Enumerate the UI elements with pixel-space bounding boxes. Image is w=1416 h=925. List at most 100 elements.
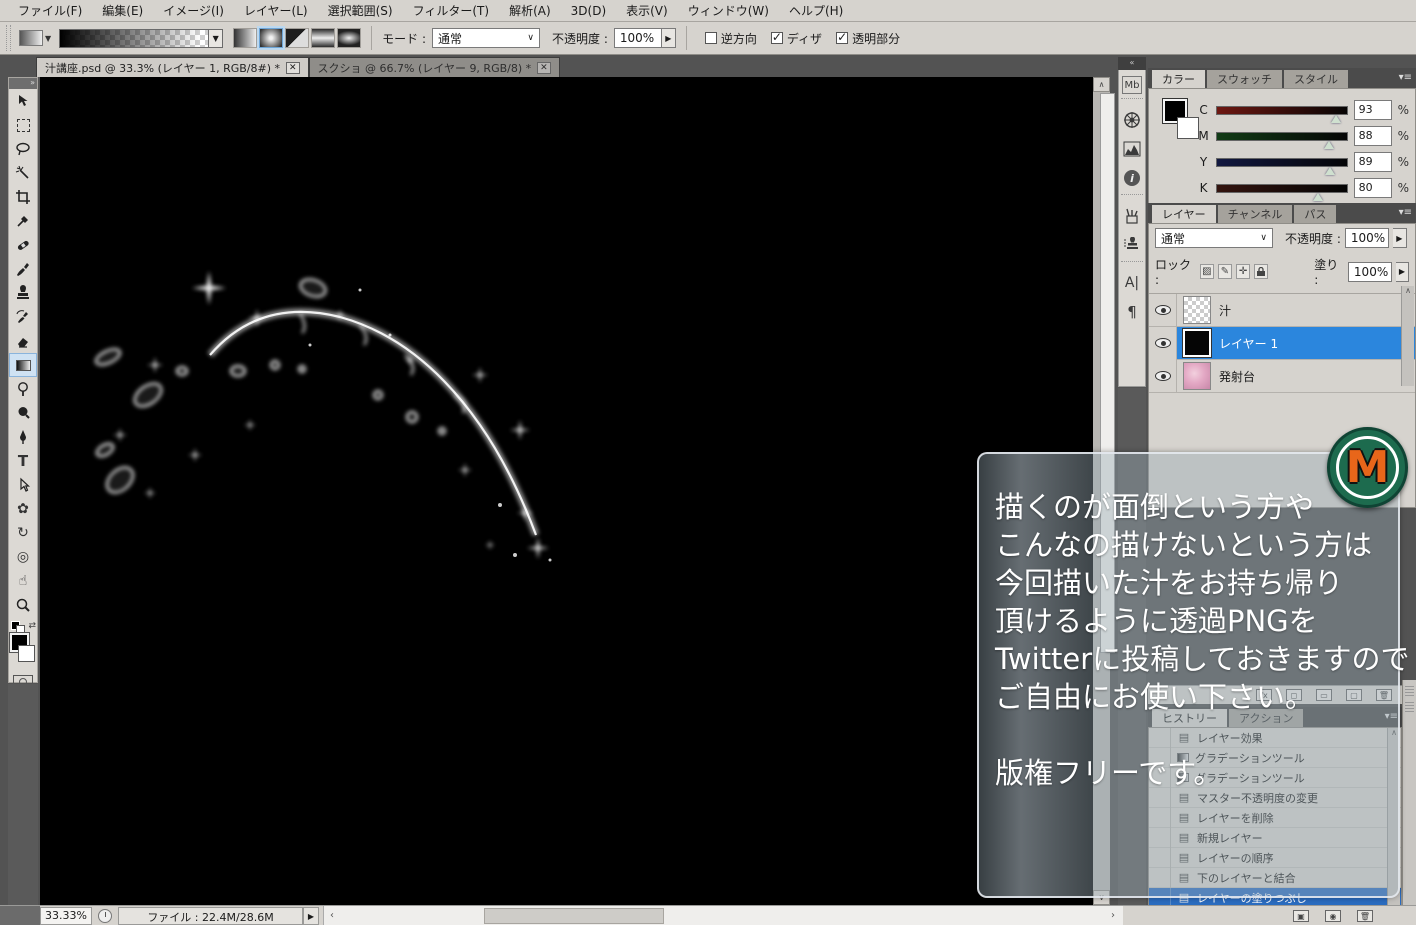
gradient-preview[interactable]	[59, 29, 209, 48]
tab-styles[interactable]: スタイル	[1284, 70, 1348, 88]
scroll-right-icon[interactable]: ›	[1105, 910, 1121, 921]
menu-select[interactable]: 選択範囲(S)	[318, 0, 403, 21]
panel-menu-icon[interactable]: ▾≡	[1399, 72, 1412, 83]
tool-preset-picker[interactable]: ▼	[19, 30, 53, 46]
gradient-tool[interactable]	[9, 353, 37, 377]
character-panel-icon[interactable]: A|	[1119, 270, 1145, 296]
lock-all-icon[interactable]	[1254, 264, 1268, 279]
healing-brush-tool[interactable]	[9, 233, 37, 257]
zoom-tool[interactable]	[9, 593, 37, 617]
doc-tab-inactive[interactable]: スクショ @ 66.7% (レイヤー 9, RGB/8) * ✕	[309, 57, 560, 77]
black-value-input[interactable]: 80	[1354, 178, 1392, 198]
layers-scrollbar[interactable]: ∧	[1401, 286, 1414, 386]
dodge-tool[interactable]	[9, 377, 37, 401]
transparency-checkbox-box[interactable]	[836, 32, 848, 44]
blend-mode-select[interactable]: 通常∨	[432, 28, 540, 48]
layer-name[interactable]: 汁	[1219, 302, 1231, 319]
brush-panel-icon[interactable]	[1119, 203, 1145, 229]
background-color-swatch[interactable]	[18, 645, 35, 662]
dither-checkbox[interactable]: ディザ	[771, 30, 822, 47]
delete-state-icon[interactable]: 🗑	[1357, 910, 1373, 922]
rotate-3d-tool[interactable]: ↻	[9, 521, 37, 545]
menu-analysis[interactable]: 解析(A)	[499, 0, 561, 21]
menu-edit[interactable]: 編集(E)	[92, 0, 153, 21]
layer-opacity-input[interactable]: 100%	[1345, 228, 1389, 248]
reverse-checkbox-box[interactable]	[705, 32, 717, 44]
navigator-icon[interactable]	[1119, 107, 1145, 133]
lock-transparency-icon[interactable]: ▨	[1200, 264, 1214, 279]
linear-gradient-icon[interactable]	[233, 28, 257, 48]
mini-bridge-icon[interactable]: Mb	[1122, 76, 1142, 94]
layer-opacity-spinner[interactable]: ▶	[1393, 228, 1407, 248]
new-snapshot-icon[interactable]: ◉	[1325, 910, 1341, 922]
gradient-dropdown-arrow[interactable]: ▼	[209, 29, 223, 48]
path-select-tool[interactable]	[9, 473, 37, 497]
status-flyout-button[interactable]: ▶	[303, 907, 319, 925]
visibility-toggle[interactable]	[1149, 294, 1177, 327]
radial-gradient-icon[interactable]	[259, 28, 283, 48]
zoom-level-input[interactable]: 33.33%	[40, 907, 92, 925]
black-slider[interactable]	[1216, 184, 1348, 193]
eyedropper-tool[interactable]	[9, 209, 37, 233]
cyan-slider[interactable]	[1216, 106, 1348, 115]
menu-window[interactable]: ウィンドウ(W)	[678, 0, 779, 21]
menu-help[interactable]: ヘルプ(H)	[779, 0, 853, 21]
layer-thumbnail[interactable]	[1183, 296, 1211, 324]
layer-blend-mode-select[interactable]: 通常∨	[1155, 228, 1273, 248]
layer-name[interactable]: 発射台	[1219, 368, 1255, 385]
cyan-value-input[interactable]: 93	[1354, 100, 1392, 120]
visibility-toggle[interactable]	[1149, 327, 1177, 360]
magenta-value-input[interactable]: 88	[1354, 126, 1392, 146]
layer-name[interactable]: レイヤー 1	[1219, 335, 1278, 352]
clone-stamp-tool[interactable]	[9, 281, 37, 305]
marquee-tool[interactable]	[9, 113, 37, 137]
visibility-toggle[interactable]	[1149, 360, 1177, 393]
close-icon[interactable]: ✕	[537, 62, 551, 74]
scroll-left-icon[interactable]: ‹	[324, 910, 340, 921]
yellow-slider[interactable]	[1216, 158, 1348, 167]
options-grip[interactable]	[6, 25, 11, 51]
paragraph-panel-icon[interactable]: ¶	[1119, 299, 1145, 325]
panel-resize-grip[interactable]	[1402, 680, 1416, 905]
layer-thumbnail[interactable]	[1183, 329, 1211, 357]
tab-color[interactable]: カラー	[1152, 70, 1205, 88]
type-tool[interactable]: T	[9, 449, 37, 473]
layer-thumbnail[interactable]	[1183, 362, 1211, 390]
lock-position-icon[interactable]: ✛	[1236, 264, 1250, 279]
pen-tool[interactable]	[9, 425, 37, 449]
menu-file[interactable]: ファイル(F)	[8, 0, 92, 21]
layer-row-juice[interactable]: 汁	[1149, 294, 1415, 327]
tab-layers[interactable]: レイヤー	[1152, 205, 1216, 223]
clone-source-icon[interactable]	[1119, 232, 1145, 258]
layer-fill-input[interactable]: 100%	[1348, 262, 1392, 282]
yellow-value-input[interactable]: 89	[1354, 152, 1392, 172]
magic-wand-tool[interactable]	[9, 161, 37, 185]
eraser-tool[interactable]	[9, 329, 37, 353]
lasso-tool[interactable]	[9, 137, 37, 161]
reflected-gradient-icon[interactable]	[311, 28, 335, 48]
dock-collapse-button[interactable]: «	[1118, 57, 1146, 70]
hscroll-thumb[interactable]	[484, 908, 664, 924]
shape-tool[interactable]: ✿	[9, 497, 37, 521]
opacity-spinner[interactable]: ▶	[662, 28, 676, 48]
panel-menu-icon[interactable]: ▾≡	[1399, 207, 1412, 218]
tab-channels[interactable]: チャンネル	[1218, 205, 1293, 223]
menu-3d[interactable]: 3D(D)	[561, 2, 616, 20]
dither-checkbox-box[interactable]	[771, 32, 783, 44]
panel-background-swatch[interactable]	[1177, 117, 1199, 139]
histogram-icon[interactable]	[1119, 136, 1145, 162]
info-icon[interactable]: i	[1119, 165, 1145, 191]
tab-paths[interactable]: パス	[1294, 205, 1336, 223]
toolbox-collapse-button[interactable]: »	[9, 78, 37, 89]
opacity-input[interactable]: 100%	[614, 28, 662, 48]
angle-gradient-icon[interactable]	[285, 28, 309, 48]
layer-fill-spinner[interactable]: ▶	[1396, 262, 1409, 282]
gradient-editor[interactable]: ▼	[59, 29, 223, 48]
brush-tool[interactable]	[9, 257, 37, 281]
orbit-3d-tool[interactable]: ◎	[9, 545, 37, 569]
diamond-gradient-icon[interactable]	[337, 28, 361, 48]
menu-layer[interactable]: レイヤー(L)	[234, 0, 318, 21]
layer-row-launchpad[interactable]: 発射台	[1149, 360, 1415, 393]
reverse-checkbox[interactable]: 逆方向	[705, 30, 757, 47]
canvas[interactable]	[40, 77, 1093, 905]
